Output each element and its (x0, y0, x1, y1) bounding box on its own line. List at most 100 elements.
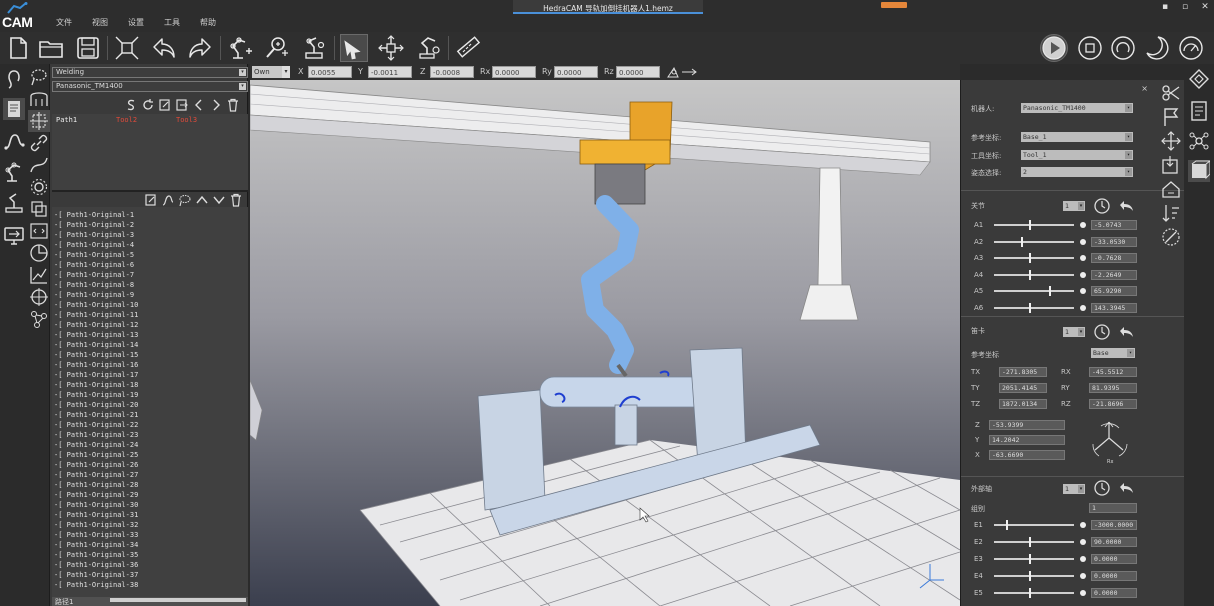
point-list-item[interactable]: -[ Path1-Original-5 (54, 251, 134, 261)
point-list-item[interactable]: -[ Path1-Original-3 (54, 231, 134, 241)
point-list-item[interactable]: -[ Path1-Original-11 (54, 311, 138, 321)
external-e4-slider[interactable] (994, 571, 1074, 581)
joint-a4-value[interactable]: -2.2649 (1091, 269, 1137, 280)
layer-module-button[interactable] (1188, 68, 1210, 90)
slider-thumb[interactable] (1029, 253, 1032, 263)
external-e2-value[interactable]: 90.0000 (1091, 537, 1137, 547)
point-list-item[interactable]: -[ Path1-Original-14 (54, 341, 138, 351)
weld-module-button[interactable] (3, 68, 25, 90)
external-e5-value[interactable]: 0.0000 (1091, 588, 1137, 598)
external-e3-slider[interactable] (994, 554, 1074, 564)
path-select-button[interactable] (28, 66, 50, 88)
notification-badge[interactable] (881, 2, 907, 8)
close-panel-icon[interactable]: × (1141, 84, 1148, 93)
home-tool-button[interactable] (1160, 178, 1182, 200)
cartesian-ref-select[interactable]: Base ▾ (1091, 348, 1135, 358)
coord-y-input[interactable]: -0.0011 (368, 66, 412, 78)
measure-angle-button[interactable] (1160, 226, 1182, 248)
measure-button[interactable] (454, 34, 482, 62)
external-e5-dot-icon[interactable] (1080, 590, 1086, 596)
point-list-item[interactable]: -[ Path1-Original-38 (54, 581, 138, 591)
point-up-button[interactable] (195, 193, 209, 207)
fit-view-button[interactable] (113, 34, 141, 62)
stop-button[interactable] (1076, 34, 1104, 62)
station-module-button[interactable] (3, 192, 25, 214)
chevron-down-icon[interactable]: ▾ (282, 66, 290, 78)
orientation-triad-icon[interactable]: Rx (1083, 416, 1135, 464)
panel-divider[interactable] (52, 190, 248, 192)
robot-setup-button[interactable] (300, 34, 328, 62)
cartesian-step-select[interactable]: 1 ▾ (1063, 327, 1085, 337)
coord-rx-input[interactable]: 0.0000 (492, 66, 536, 78)
tool-add-button[interactable] (263, 34, 291, 62)
slider-thumb[interactable] (1029, 588, 1032, 598)
next-path-button[interactable] (209, 98, 223, 112)
curve-tool-button[interactable] (28, 154, 50, 176)
coord-x-input[interactable]: 0.0055 (308, 66, 352, 78)
external-e1-dot-icon[interactable] (1080, 522, 1086, 528)
point-list-item[interactable]: -[ Path1-Original-1 (54, 211, 134, 221)
wrist-x-input[interactable]: -63.6690 (989, 450, 1065, 460)
point-list-item[interactable]: -[ Path1-Original-27 (54, 471, 138, 481)
sort-tool-button[interactable] (1160, 202, 1182, 224)
import-tool-button[interactable] (1160, 154, 1182, 176)
slider-thumb[interactable] (1048, 286, 1051, 296)
point-list-item[interactable]: -[ Path1-Original-22 (54, 421, 138, 431)
graph-tool-button[interactable] (28, 264, 50, 286)
axis-gizmo-icon[interactable] (666, 65, 698, 79)
config-select[interactable]: 2 ▾ (1021, 167, 1133, 177)
cartesian-ty-input[interactable]: 2051.4145 (999, 383, 1047, 393)
new-file-button[interactable] (4, 34, 32, 62)
cartesian-ry-input[interactable]: 81.9395 (1089, 383, 1137, 393)
point-list-item[interactable]: -[ Path1-Original-19 (54, 391, 138, 401)
external-reset-button[interactable] (1093, 479, 1111, 497)
joint-a2-slider[interactable] (994, 236, 1074, 247)
point-list-item[interactable]: -[ Path1-Original-9 (54, 291, 134, 301)
external-e4-dot-icon[interactable] (1080, 573, 1086, 579)
joint-a4-slider[interactable] (994, 269, 1074, 280)
coord-z-input[interactable]: -0.0008 (430, 66, 474, 78)
point-lasso-button[interactable] (178, 193, 192, 207)
menu-settings[interactable]: 设置 (118, 17, 154, 28)
move-button[interactable] (377, 34, 405, 62)
cartesian-rx-input[interactable]: -45.5512 (1089, 367, 1137, 377)
point-trajectory-button[interactable] (161, 193, 175, 207)
menu-view[interactable]: 视图 (82, 17, 118, 28)
cartesian-reset-button[interactable] (1093, 323, 1111, 341)
point-list-item[interactable]: -[ Path1-Original-7 (54, 271, 134, 281)
external-e1-value[interactable]: -3000.0000 (1091, 520, 1137, 530)
link-tool-button[interactable] (28, 132, 50, 154)
flag-tool-button[interactable] (1160, 106, 1182, 128)
coord-ry-input[interactable]: 0.0000 (554, 66, 598, 78)
point-list-item[interactable]: -[ Path1-Original-36 (54, 561, 138, 571)
coord-rz-input[interactable]: 0.0000 (616, 66, 660, 78)
joint-a4-dot-icon[interactable] (1080, 271, 1086, 278)
joints-undo-button[interactable] (1117, 197, 1135, 215)
menu-tools[interactable]: 工具 (154, 17, 190, 28)
open-button[interactable] (37, 34, 65, 62)
play-button[interactable] (1040, 34, 1068, 62)
point-list-item[interactable]: -[ Path1-Original-15 (54, 351, 138, 361)
code-tool-button[interactable] (28, 220, 50, 242)
slider-thumb[interactable] (1021, 236, 1024, 247)
wrist-y-input[interactable]: 14.2042 (989, 435, 1065, 445)
ref-frame-select[interactable]: Base_1 ▾ (1021, 132, 1133, 142)
external-e4-value[interactable]: 0.0000 (1091, 571, 1137, 581)
joints-reset-button[interactable] (1093, 197, 1111, 215)
joint-a1-slider[interactable] (994, 220, 1074, 230)
joint-a3-value[interactable]: -0.7628 (1091, 253, 1137, 263)
point-list-item[interactable]: -[ Path1-Original-25 (54, 451, 138, 461)
point-tool-button[interactable] (28, 110, 50, 132)
joint-a1-value[interactable]: -5.0743 (1091, 220, 1137, 230)
refresh-button[interactable] (141, 98, 155, 112)
point-list-item[interactable]: -[ Path1-Original-24 (54, 441, 138, 451)
close-window-icon[interactable]: ✕ (1200, 2, 1210, 12)
joint-a2-value[interactable]: -33.0530 (1091, 236, 1137, 247)
point-list-item[interactable]: -[ Path1-Original-23 (54, 431, 138, 441)
target-tool-button[interactable] (28, 286, 50, 308)
point-list-item[interactable]: -[ Path1-Original-37 (54, 571, 138, 581)
robot-add-button[interactable] (226, 34, 254, 62)
point-list-item[interactable]: -[ Path1-Original-13 (54, 331, 138, 341)
slider-thumb[interactable] (1029, 269, 1032, 280)
external-e2-slider[interactable] (994, 537, 1074, 547)
